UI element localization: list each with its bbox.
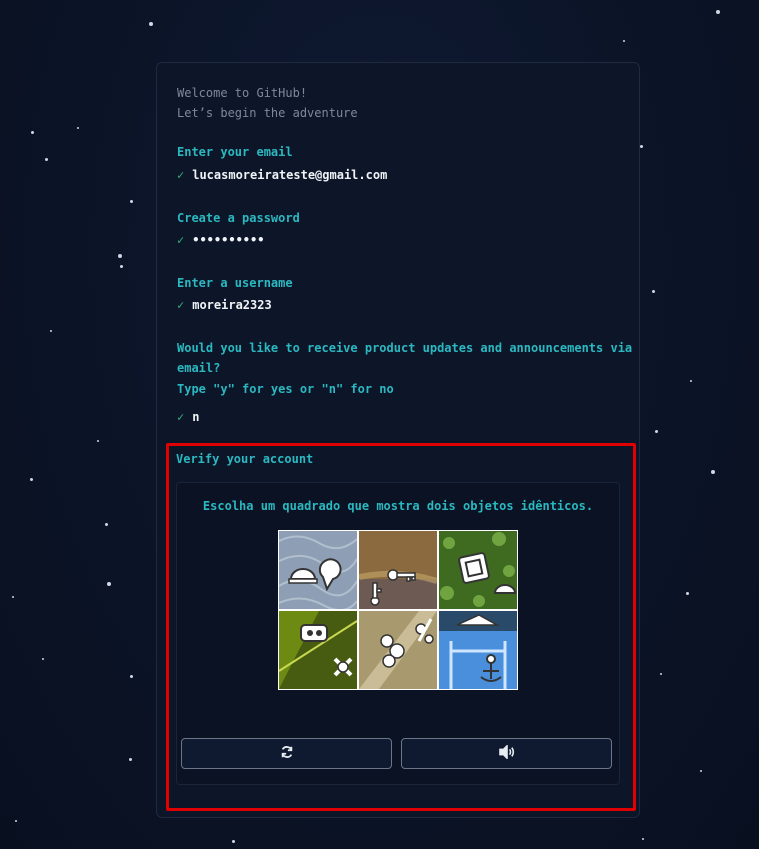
password-prompt: Create a password <box>177 211 300 225</box>
checkmark-icon: ✓ <box>177 410 185 424</box>
speaker-icon <box>498 743 516 763</box>
captcha-tile-2[interactable] <box>359 531 437 609</box>
verify-heading: Verify your account <box>176 452 314 466</box>
updates-value[interactable]: n <box>192 410 199 424</box>
audio-captcha-button[interactable] <box>401 738 612 769</box>
captcha-instruction: Escolha um quadrado que mostra dois obje… <box>202 499 594 513</box>
captcha-panel: Escolha um quadrado que mostra dois obje… <box>176 482 620 785</box>
captcha-tile-4[interactable] <box>279 611 357 689</box>
password-answer-row: ✓ •••••••••• <box>177 233 264 247</box>
reload-captcha-button[interactable] <box>181 738 392 769</box>
password-value[interactable]: •••••••••• <box>192 233 264 247</box>
updates-answer-row: ✓ n <box>177 410 199 424</box>
checkmark-icon: ✓ <box>177 168 185 182</box>
checkmark-icon: ✓ <box>177 298 185 312</box>
reload-icon <box>280 745 294 763</box>
username-value[interactable]: moreira2323 <box>192 298 271 312</box>
updates-prompt-line3: Type "y" for yes or "n" for no <box>177 382 394 396</box>
username-answer-row: ✓ moreira2323 <box>177 298 272 312</box>
captcha-tile-1[interactable] <box>279 531 357 609</box>
captcha-tile-3[interactable] <box>439 531 517 609</box>
updates-prompt-line1: Would you like to receive product update… <box>177 341 633 355</box>
adventure-text: Let’s begin the adventure <box>177 106 358 120</box>
checkmark-icon: ✓ <box>177 233 185 247</box>
updates-prompt-line2: email? <box>177 361 221 375</box>
email-prompt: Enter your email <box>177 145 293 159</box>
username-prompt: Enter a username <box>177 276 293 290</box>
captcha-tile-6[interactable] <box>439 611 517 689</box>
captcha-image-grid <box>278 530 518 690</box>
email-value[interactable]: lucasmoreirateste@gmail.com <box>192 168 387 182</box>
welcome-text: Welcome to GitHub! <box>177 86 308 100</box>
captcha-tile-5[interactable] <box>359 611 437 689</box>
email-answer-row: ✓ lucasmoreirateste@gmail.com <box>177 168 387 182</box>
